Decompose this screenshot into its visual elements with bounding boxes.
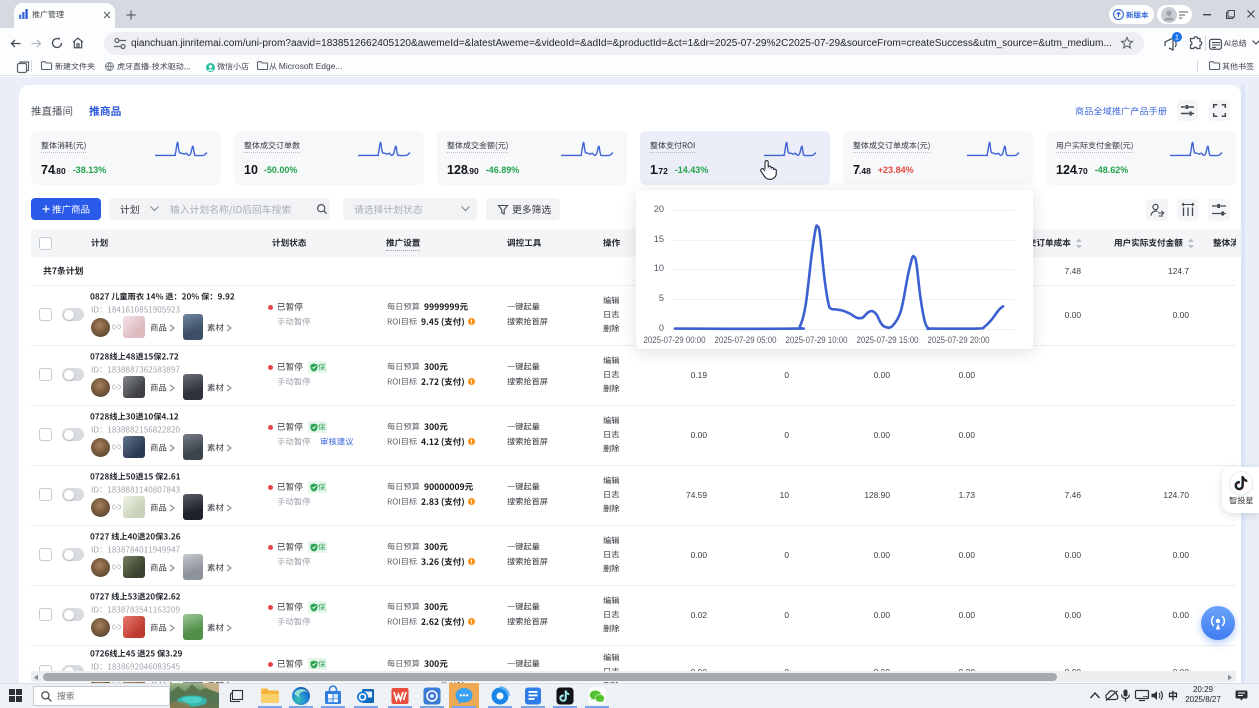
svg-text:1: 1	[1175, 35, 1179, 42]
